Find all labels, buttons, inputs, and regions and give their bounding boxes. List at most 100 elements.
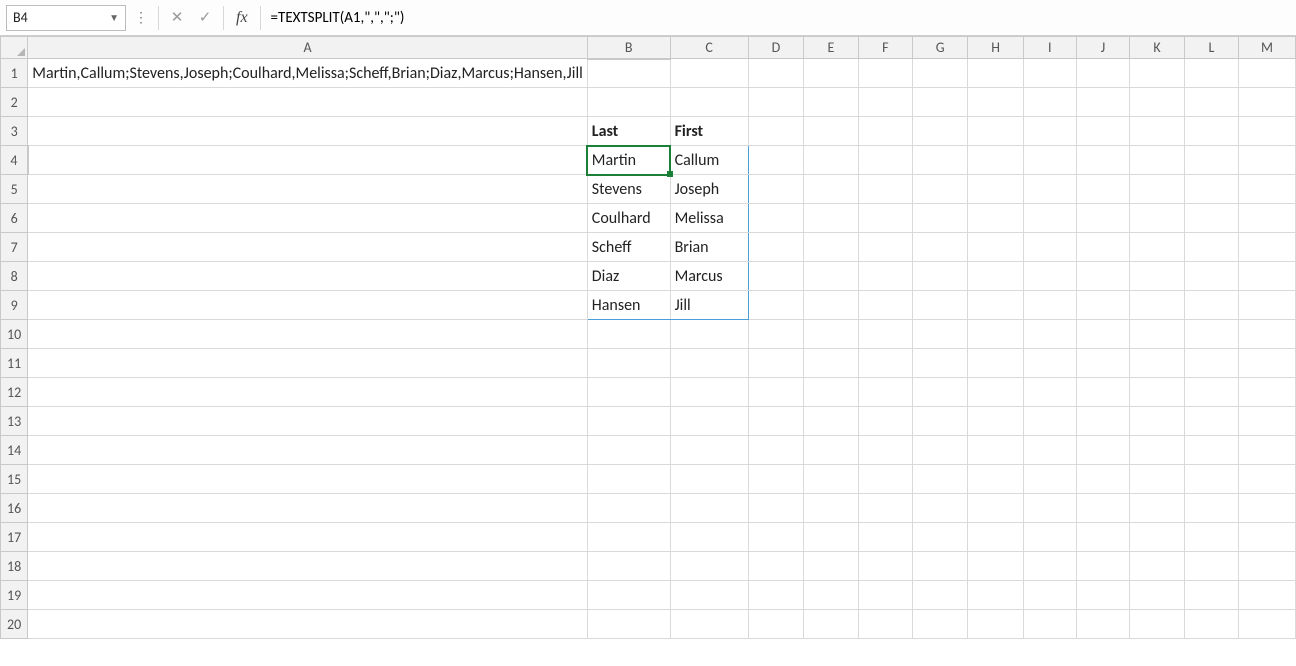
cell[interactable]: Scheff — [587, 233, 670, 262]
cell[interactable] — [1076, 465, 1129, 494]
column-header[interactable]: H — [968, 37, 1023, 59]
cell[interactable] — [1076, 146, 1129, 175]
column-header[interactable]: D — [748, 37, 803, 59]
cell[interactable] — [1023, 494, 1076, 523]
cell[interactable] — [1130, 204, 1185, 233]
cell[interactable] — [912, 146, 967, 175]
cell[interactable] — [748, 146, 803, 175]
fx-icon[interactable]: fx — [230, 9, 254, 27]
formula-input[interactable] — [267, 5, 1290, 31]
cell[interactable] — [587, 552, 670, 581]
cell[interactable] — [1130, 523, 1185, 552]
cell[interactable] — [748, 523, 803, 552]
column-header[interactable]: K — [1130, 37, 1185, 59]
cell[interactable] — [1238, 59, 1295, 88]
cell[interactable] — [1130, 552, 1185, 581]
enter-button[interactable]: ✓ — [193, 6, 217, 30]
cell[interactable]: Martin,Callum;Stevens,Joseph;Coulhard,Me… — [28, 59, 588, 88]
cell[interactable] — [1076, 610, 1129, 639]
cell[interactable] — [1076, 349, 1129, 378]
cell[interactable] — [912, 494, 967, 523]
cell[interactable] — [804, 436, 859, 465]
cell[interactable] — [912, 407, 967, 436]
cell[interactable] — [1130, 146, 1185, 175]
cell[interactable] — [748, 59, 803, 88]
cell[interactable] — [28, 262, 588, 291]
cell[interactable] — [1130, 175, 1185, 204]
cell[interactable] — [587, 581, 670, 610]
cell[interactable] — [1130, 233, 1185, 262]
cell[interactable] — [804, 349, 859, 378]
cell[interactable] — [1238, 146, 1295, 175]
cell[interactable] — [1130, 262, 1185, 291]
cell[interactable] — [670, 552, 748, 581]
cell[interactable] — [912, 175, 967, 204]
cell[interactable] — [1076, 436, 1129, 465]
cell[interactable] — [968, 204, 1023, 233]
cell[interactable] — [1076, 378, 1129, 407]
chevron-down-icon[interactable]: ▼ — [109, 11, 119, 24]
cell[interactable] — [1130, 320, 1185, 349]
cell[interactable]: First — [670, 117, 748, 146]
cell[interactable] — [1184, 59, 1238, 88]
cell[interactable] — [968, 407, 1023, 436]
cell[interactable] — [1184, 610, 1238, 639]
cell[interactable] — [858, 262, 912, 291]
cell[interactable] — [968, 610, 1023, 639]
cell[interactable] — [670, 436, 748, 465]
cell[interactable] — [587, 320, 670, 349]
cell[interactable] — [968, 523, 1023, 552]
cell[interactable] — [912, 581, 967, 610]
name-box[interactable]: B4 ▼ — [6, 5, 126, 31]
cell[interactable] — [28, 204, 588, 233]
row-header[interactable]: 5 — [1, 175, 28, 204]
cell[interactable]: Melissa — [670, 204, 748, 233]
cell[interactable] — [670, 610, 748, 639]
cell[interactable] — [28, 552, 588, 581]
cell[interactable] — [1184, 378, 1238, 407]
cell[interactable] — [28, 436, 588, 465]
cell[interactable] — [1184, 117, 1238, 146]
cell[interactable] — [28, 465, 588, 494]
cell[interactable] — [804, 378, 859, 407]
cell[interactable] — [1238, 233, 1295, 262]
cell[interactable] — [1184, 175, 1238, 204]
cell[interactable] — [1076, 291, 1129, 320]
cell[interactable] — [804, 523, 859, 552]
cell[interactable] — [1184, 146, 1238, 175]
cell[interactable] — [28, 88, 588, 117]
cell[interactable] — [912, 349, 967, 378]
cell[interactable] — [1184, 233, 1238, 262]
cell[interactable] — [1023, 407, 1076, 436]
cell[interactable] — [748, 233, 803, 262]
cell[interactable] — [1130, 581, 1185, 610]
cell[interactable] — [1076, 407, 1129, 436]
cell[interactable] — [804, 320, 859, 349]
cell[interactable] — [587, 523, 670, 552]
cell[interactable] — [670, 349, 748, 378]
cell[interactable] — [1238, 407, 1295, 436]
cell[interactable] — [804, 552, 859, 581]
cell[interactable]: Hansen — [587, 291, 670, 320]
cancel-button[interactable]: ✕ — [165, 6, 189, 30]
cell[interactable] — [1076, 175, 1129, 204]
cell[interactable] — [748, 465, 803, 494]
cell[interactable] — [28, 523, 588, 552]
cell[interactable] — [968, 349, 1023, 378]
cell[interactable] — [1130, 378, 1185, 407]
cell[interactable] — [748, 436, 803, 465]
row-header[interactable]: 16 — [1, 494, 28, 523]
cell[interactable] — [28, 233, 588, 262]
cell[interactable] — [912, 59, 967, 88]
cell[interactable] — [912, 88, 967, 117]
row-header[interactable]: 1 — [1, 59, 28, 88]
cell[interactable] — [587, 88, 670, 117]
row-header[interactable]: 12 — [1, 378, 28, 407]
cell[interactable] — [858, 465, 912, 494]
cell[interactable] — [1238, 523, 1295, 552]
cell[interactable] — [748, 88, 803, 117]
cell[interactable] — [1023, 552, 1076, 581]
cell[interactable] — [912, 436, 967, 465]
cell[interactable] — [912, 262, 967, 291]
cell[interactable] — [670, 88, 748, 117]
